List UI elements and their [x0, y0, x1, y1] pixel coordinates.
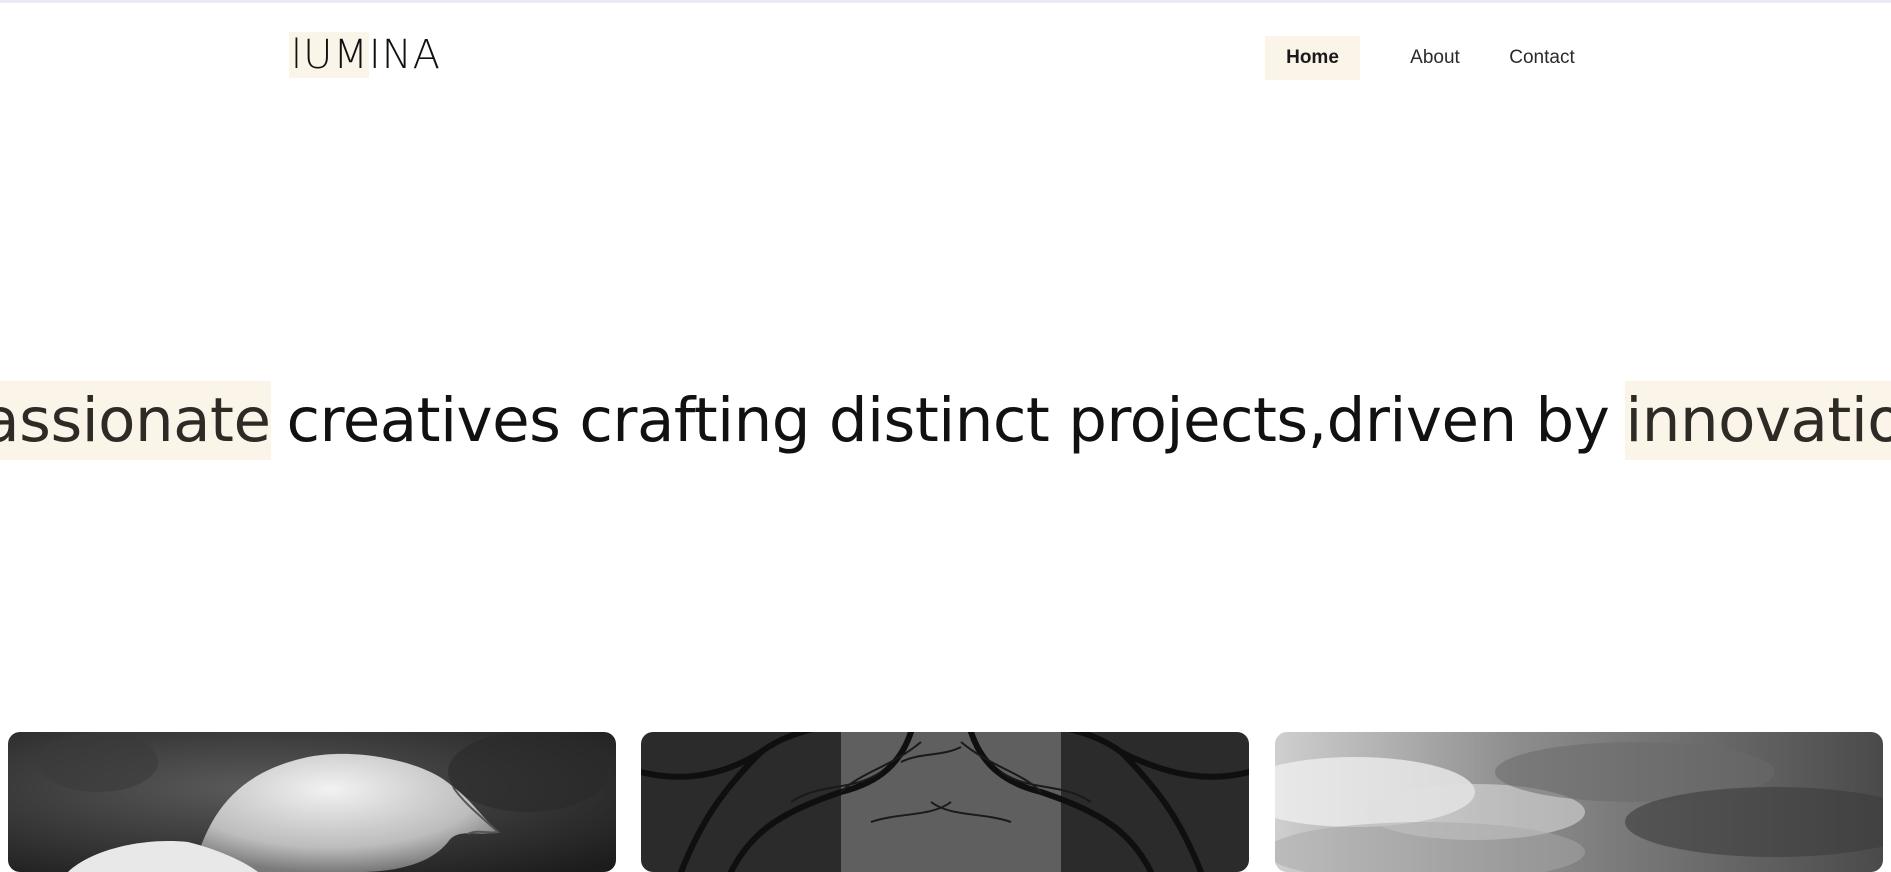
nav-home[interactable]: Home	[1265, 36, 1360, 80]
hero-word-innovation: innovation	[1625, 380, 1891, 460]
site-header: lUM INA Home About Contact	[0, 3, 1891, 107]
project-gallery	[8, 732, 1884, 872]
nav-about[interactable]: About	[1385, 36, 1485, 80]
hero-word-passionate: Passionate	[0, 380, 271, 460]
hero-middle-text: creatives crafting distinct projects,dri…	[286, 384, 1610, 456]
gallery-card-sky[interactable]	[1275, 732, 1883, 872]
mushroom-image	[8, 732, 616, 872]
logo[interactable]: lUM INA	[289, 32, 441, 78]
logo-highlight: lUM	[289, 32, 369, 78]
hero-headline: Passionatecreatives crafting distinct pr…	[0, 380, 1891, 460]
nav-contact[interactable]: Contact	[1487, 36, 1597, 80]
gallery-card-trees[interactable]	[641, 732, 1249, 872]
cloudy-sky-image	[1275, 732, 1883, 872]
main-nav: Home About Contact	[1265, 36, 1597, 80]
logo-text: INA	[368, 32, 441, 78]
tree-branches-image	[641, 732, 1249, 872]
gallery-card-mushroom[interactable]	[8, 732, 616, 872]
